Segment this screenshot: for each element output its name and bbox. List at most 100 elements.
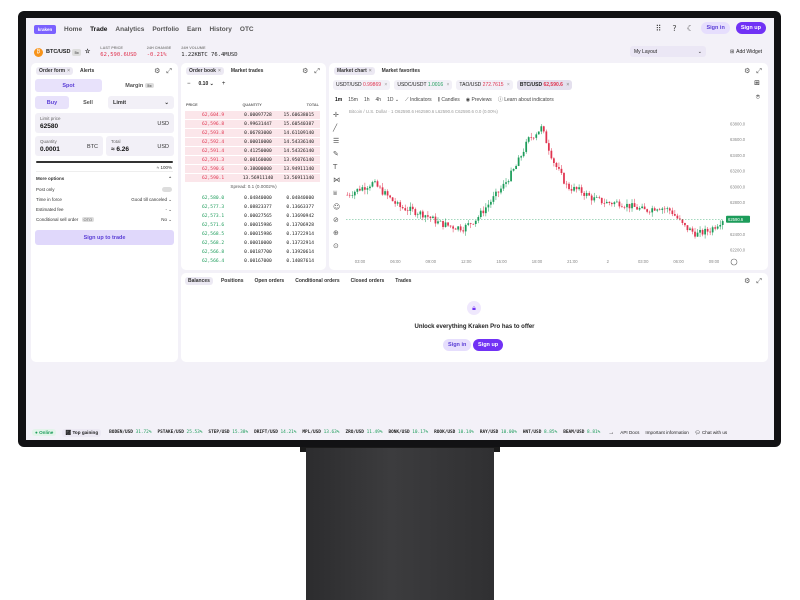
settings-icon[interactable]: ⚙ <box>154 67 160 76</box>
bid-row[interactable]: 62,577.3 0.08823377 0.13663377 <box>185 203 320 211</box>
add-widget-button[interactable]: ⊞ Add Widget <box>730 46 762 57</box>
ask-row[interactable]: 62,592.4 0.00010000 14.54336140 <box>185 138 320 146</box>
bid-row[interactable]: 62,573.1 0.00027565 0.13690942 <box>185 212 320 220</box>
ask-row[interactable]: 62,596.8 0.99631447 15.60540387 <box>185 120 320 128</box>
bid-row[interactable]: 62,571.6 0.00015986 0.13706928 <box>185 221 320 229</box>
symbol-tab[interactable]: TAO/USD 272.7615 × <box>456 80 513 90</box>
total-field[interactable]: Total ≈ 6.26 USD <box>106 136 174 156</box>
top-gaining-button[interactable]: 📈︎ Top gaining <box>62 428 102 437</box>
interval-15m[interactable]: 15m <box>348 97 358 103</box>
nav-portfolio[interactable]: Portfolio <box>152 26 179 33</box>
pattern-icon[interactable]: ⋈ <box>333 176 340 184</box>
bid-row[interactable]: 62,568.2 0.00010000 0.13732914 <box>185 239 320 247</box>
kraken-logo[interactable]: kraken <box>34 24 56 34</box>
close-icon[interactable]: × <box>67 68 70 74</box>
plus-icon[interactable]: + <box>222 81 226 87</box>
grid-layout-icon[interactable]: ⊞ <box>754 79 760 87</box>
bid-row[interactable]: 62,566.8 0.00187700 0.13920614 <box>185 248 320 256</box>
ask-row[interactable]: 62,591.4 0.41250000 14.54326140 <box>185 147 320 155</box>
dark-mode-icon[interactable]: ☾ <box>685 24 695 33</box>
tab-alerts[interactable]: Alerts <box>77 67 97 75</box>
settings-icon[interactable]: ⚙ <box>302 67 308 76</box>
bid-row[interactable]: 62,566.4 0.00167000 0.14087614 <box>185 257 320 265</box>
expand-icon[interactable]: ⤢ <box>756 67 762 76</box>
more-options-toggle[interactable]: More options ⌃ <box>36 176 172 182</box>
symbol-tab-active[interactable]: BTC/USD 62,590.6 × <box>516 80 573 90</box>
zoom-icon[interactable]: ⊕ <box>333 229 340 237</box>
balances-sign-in-button[interactable]: Sign in <box>443 339 472 351</box>
interval-1h[interactable]: 1h <box>364 97 370 103</box>
order-type-select[interactable]: Limit ⌄ <box>108 96 174 109</box>
balances-sign-up-button[interactable]: Sign up <box>473 339 504 351</box>
close-icon[interactable]: × <box>566 82 569 88</box>
mover-item[interactable]: MPL/USD 13.63% <box>302 430 339 435</box>
mover-item[interactable]: ROOK/USD 10.14% <box>434 430 474 435</box>
trend-line-icon[interactable]: ╱ <box>333 124 340 132</box>
spot-tab[interactable]: Spot <box>35 79 102 92</box>
symbol-tab[interactable]: USDC/USDT 1.0016 × <box>394 80 453 90</box>
chat-button[interactable]: 💬︎ Chat with us <box>695 430 727 436</box>
expand-icon[interactable]: ⤢ <box>314 67 320 76</box>
learn-indicators-link[interactable]: ⓘ Learn about indicators <box>498 96 554 103</box>
horizontal-line-icon[interactable]: ☰ <box>333 137 340 145</box>
quantity-field[interactable]: Quantity 0.0001 BTC <box>35 136 103 156</box>
interval-4h[interactable]: 4h <box>376 97 382 103</box>
post-only-toggle[interactable] <box>162 187 172 192</box>
mover-item[interactable]: BONK/USD 10.17% <box>388 430 428 435</box>
tab-market-favorites[interactable]: Market favorites <box>379 67 423 75</box>
text-icon[interactable]: T <box>333 163 340 171</box>
close-icon[interactable]: × <box>218 68 221 74</box>
settings-icon[interactable]: ⚙ <box>744 67 750 76</box>
nav-analytics[interactable]: Analytics <box>115 26 144 33</box>
limit-price-field[interactable]: Limit price 62580 USD <box>35 113 174 133</box>
nav-home[interactable]: Home <box>64 26 82 33</box>
nav-history[interactable]: History <box>209 26 231 33</box>
ask-row[interactable]: 62,590.6 0.38000000 13.94911140 <box>185 165 320 173</box>
indicators-button[interactable]: ⟋ Indicators <box>405 97 432 103</box>
close-icon[interactable]: × <box>369 68 372 74</box>
ruler-icon[interactable]: ⊘ <box>333 216 340 224</box>
close-icon[interactable]: × <box>384 82 387 88</box>
important-info-link[interactable]: Important information <box>645 430 688 435</box>
tab-balances[interactable]: Balances <box>185 277 213 285</box>
close-icon[interactable]: × <box>447 82 450 88</box>
fib-icon[interactable]: ⩸ <box>333 189 340 198</box>
interval-1d[interactable]: 1D ⌄ <box>387 97 399 103</box>
tab-market-trades[interactable]: Market trades <box>228 67 267 75</box>
mover-item[interactable]: BEAM/USD 8.81% <box>563 430 600 435</box>
option-time-in-force[interactable]: Time in force Good till canceled ⌄ <box>36 197 172 203</box>
lock-icon[interactable]: ⊙ <box>333 242 340 250</box>
ask-row[interactable]: 62,591.3 0.00160000 13.95076140 <box>185 156 320 164</box>
nav-otc[interactable]: OTC <box>240 26 254 33</box>
nav-trade[interactable]: Trade <box>90 26 107 33</box>
amount-slider[interactable] <box>36 161 173 163</box>
expand-icon[interactable]: ⤢ <box>166 67 172 76</box>
tab-closed-orders[interactable]: Closed orders <box>348 277 388 285</box>
pair-selector[interactable]: BTC/USD 5x ☆ <box>46 48 90 56</box>
help-icon[interactable]: ? <box>669 24 679 33</box>
ask-row[interactable]: 62,590.1 13.56911140 13.56911140 <box>185 174 320 182</box>
option-conditional-sell[interactable]: Conditional sell order OTO No ⌄ <box>36 217 172 223</box>
settings-icon[interactable]: ⚙ <box>744 277 750 286</box>
tab-order-form[interactable]: Order form × <box>36 67 74 75</box>
sign-in-button[interactable]: Sign in <box>701 22 730 34</box>
buy-button[interactable]: Buy <box>35 96 69 109</box>
crosshair-icon[interactable]: ✛ <box>333 111 340 119</box>
expand-icon[interactable]: ⤢ <box>756 277 762 286</box>
margin-tab[interactable]: Margin 5x <box>105 79 174 92</box>
mover-item[interactable]: HNT/USD 8.85% <box>523 430 557 435</box>
mover-item[interactable]: STEP/USD 15.38% <box>208 430 248 435</box>
nav-earn[interactable]: Earn <box>187 26 201 33</box>
price-chart[interactable]: 63800.0 63600.0 63400.0 63200.0 63000.0 62800… <box>346 116 758 272</box>
sell-button[interactable]: Sell <box>71 96 105 109</box>
tab-open-orders[interactable]: Open orders <box>251 277 287 285</box>
tab-trades[interactable]: Trades <box>392 277 414 285</box>
close-icon[interactable]: × <box>507 82 510 88</box>
api-docs-link[interactable]: API Docs <box>620 430 639 435</box>
mover-item[interactable]: DRIFT/USD 14.21% <box>254 430 296 435</box>
mover-item[interactable]: ZRO/USD 11.49% <box>345 430 382 435</box>
camera-icon[interactable]: ⌾ <box>756 93 760 102</box>
bid-row[interactable]: 62,568.5 0.00015986 0.13722914 <box>185 230 320 238</box>
emoji-icon[interactable]: ☺ <box>333 203 340 211</box>
sign-up-to-trade-button[interactable]: Sign up to trade <box>35 230 174 245</box>
